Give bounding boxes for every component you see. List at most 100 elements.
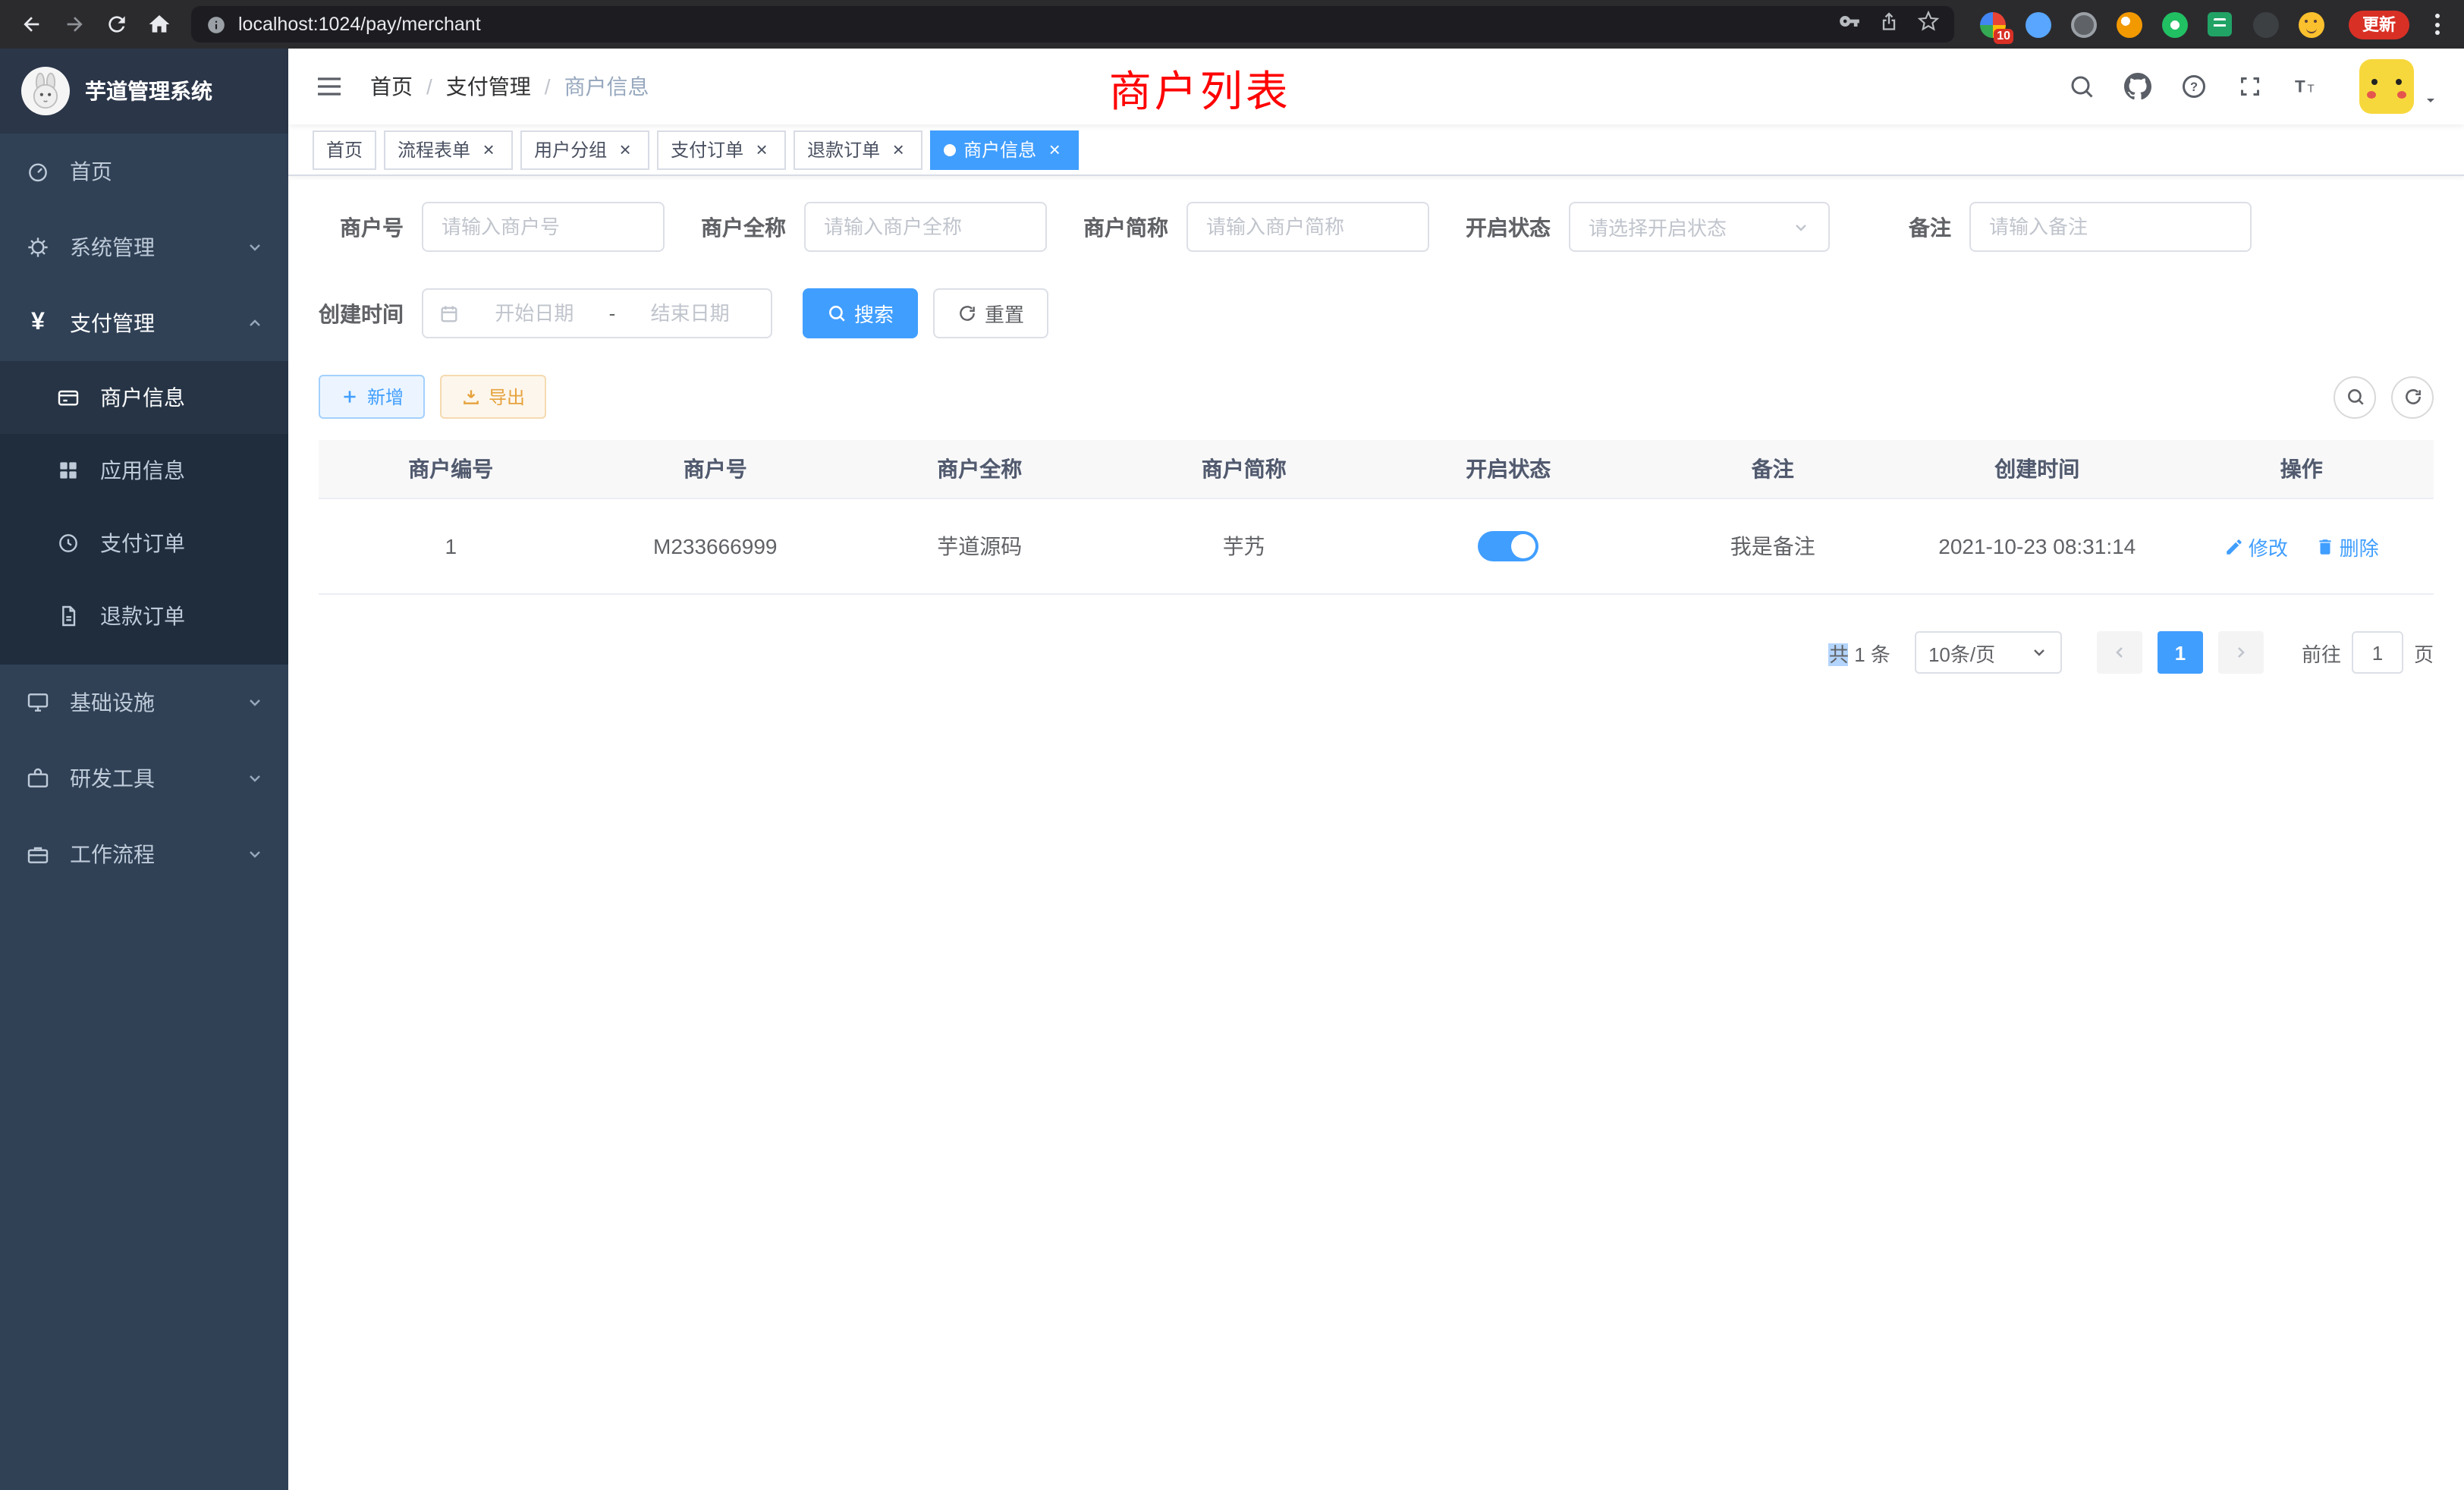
tab-close-icon[interactable]: ×	[614, 139, 636, 160]
tab-flow-form[interactable]: 流程表单 ×	[384, 130, 513, 169]
tab-home[interactable]: 首页	[313, 130, 376, 169]
sidebar-item-home[interactable]: 首页	[0, 134, 288, 209]
remark-label: 备注	[1866, 212, 1969, 242]
help-icon[interactable]: ?	[2179, 71, 2209, 102]
sidebar-item-label: 应用信息	[100, 455, 185, 486]
extension-8-icon[interactable]	[2294, 8, 2327, 41]
short-name-input[interactable]	[1206, 215, 1410, 238]
sidebar-item-refund-order[interactable]: 退款订单	[0, 580, 288, 652]
tab-merchant-info[interactable]: 商户信息 ×	[930, 130, 1079, 169]
browser-menu-icon[interactable]	[2422, 14, 2452, 35]
add-button-label: 新增	[367, 384, 404, 410]
fullscreen-icon[interactable]	[2235, 71, 2265, 102]
extension-6-icon[interactable]	[2203, 8, 2236, 41]
extension-2-icon[interactable]	[2021, 8, 2054, 41]
tab-close-icon[interactable]: ×	[1044, 139, 1065, 160]
app-logo[interactable]: 芋道管理系统	[0, 49, 288, 134]
table-header-row: 商户编号 商户号 商户全称 商户简称 开启状态 备注 创建时间 操作	[319, 440, 2434, 498]
end-date-input[interactable]	[624, 302, 756, 325]
edit-link-label: 修改	[2249, 532, 2288, 561]
back-icon	[20, 12, 44, 36]
reload-icon	[105, 12, 129, 36]
search-icon[interactable]	[2066, 71, 2097, 102]
status-switch[interactable]	[1478, 531, 1538, 561]
edit-link[interactable]: 修改	[2224, 532, 2288, 561]
sidebar-item-workflow[interactable]: 工作流程	[0, 816, 288, 892]
github-icon[interactable]	[2123, 71, 2153, 102]
prev-page-button[interactable]	[2097, 631, 2142, 674]
reload-button[interactable]	[97, 5, 137, 44]
site-info-icon[interactable]	[206, 14, 226, 34]
sidebar-item-infrastructure[interactable]: 基础设施	[0, 665, 288, 740]
toggle-search-button[interactable]	[2334, 376, 2376, 418]
url-text[interactable]: localhost:1024/pay/merchant	[238, 14, 481, 35]
tab-user-group[interactable]: 用户分组 ×	[520, 130, 649, 169]
sidebar-item-dev-tools[interactable]: 研发工具	[0, 740, 288, 816]
date-range-picker[interactable]: -	[422, 288, 772, 338]
hamburger-icon[interactable]	[313, 70, 346, 103]
extension-3-icon[interactable]	[2066, 8, 2100, 41]
sidebar-item-system[interactable]: 系统管理	[0, 209, 288, 285]
extension-4-icon[interactable]	[2112, 8, 2145, 41]
user-menu[interactable]	[2359, 59, 2440, 114]
refresh-icon	[957, 303, 977, 323]
cell-full-name: 芋道源码	[847, 498, 1112, 594]
briefcase-icon	[24, 841, 52, 868]
sidebar-item-label: 支付管理	[70, 308, 155, 338]
bookmark-star-icon[interactable]	[1918, 10, 1939, 39]
full-name-input[interactable]	[824, 215, 1027, 238]
reset-button-label: 重置	[985, 299, 1024, 328]
monitor-icon	[24, 689, 52, 716]
reset-button[interactable]: 重置	[933, 288, 1048, 338]
search-button-label: 搜索	[854, 299, 894, 328]
breadcrumb-home[interactable]: 首页	[370, 71, 413, 102]
browser-window: localhost:1024/pay/merchant 10	[0, 0, 2464, 1490]
search-button[interactable]: 搜索	[803, 288, 918, 338]
refresh-table-button[interactable]	[2391, 376, 2434, 418]
page-size-select[interactable]: 10条/页	[1915, 631, 2062, 674]
tab-refund-order[interactable]: 退款订单 ×	[794, 130, 922, 169]
grid-icon	[55, 457, 82, 484]
document-icon	[55, 602, 82, 630]
chevron-down-icon	[246, 238, 264, 256]
home-button[interactable]	[140, 5, 179, 44]
password-key-icon[interactable]	[1839, 10, 1860, 39]
breadcrumb-payment[interactable]: 支付管理	[446, 71, 531, 102]
cell-merchant-no: M233666999	[583, 498, 848, 594]
next-page-button[interactable]	[2218, 631, 2264, 674]
start-date-input[interactable]	[469, 302, 600, 325]
forward-button[interactable]	[55, 5, 94, 44]
tab-close-icon[interactable]: ×	[478, 139, 499, 160]
status-select-placeholder: 请选择开启状态	[1589, 212, 1727, 241]
tab-pay-order[interactable]: 支付订单 ×	[657, 130, 786, 169]
page-number-1[interactable]: 1	[2158, 631, 2203, 674]
status-select[interactable]: 请选择开启状态	[1569, 202, 1830, 252]
tab-close-icon[interactable]: ×	[751, 139, 772, 160]
sidebar-item-merchant-info[interactable]: 商户信息	[0, 361, 288, 434]
url-bar[interactable]: localhost:1024/pay/merchant	[191, 6, 1954, 42]
back-button[interactable]	[12, 5, 52, 44]
delete-link[interactable]: 删除	[2315, 532, 2379, 561]
extension-1-icon[interactable]: 10	[1975, 8, 2009, 41]
sidebar-item-pay-order[interactable]: 支付订单	[0, 507, 288, 580]
tab-label: 首页	[326, 137, 363, 162]
extension-7-icon[interactable]	[2249, 8, 2282, 41]
sidebar-item-label: 基础设施	[70, 687, 155, 718]
add-button[interactable]: 新增	[319, 375, 425, 419]
chrome-update-button[interactable]: 更新	[2349, 10, 2409, 39]
merchant-no-input[interactable]	[442, 215, 645, 238]
chevron-left-icon	[2110, 643, 2129, 662]
goto-page-input[interactable]	[2352, 631, 2403, 674]
remark-input[interactable]	[1989, 215, 2232, 238]
page-annotation-title: 商户列表	[1109, 59, 1291, 120]
status-label: 开启状态	[1466, 212, 1569, 242]
sidebar-item-payment[interactable]: ¥ 支付管理	[0, 285, 288, 361]
share-icon[interactable]	[1878, 10, 1900, 39]
tab-close-icon[interactable]: ×	[888, 139, 909, 160]
sidebar-item-app-info[interactable]: 应用信息	[0, 434, 288, 507]
svg-text:?: ?	[2190, 80, 2198, 94]
export-button[interactable]: 导出	[440, 375, 546, 419]
extension-5-icon[interactable]	[2158, 8, 2191, 41]
font-size-icon[interactable]: TT	[2291, 71, 2321, 102]
column-header-id: 商户编号	[319, 440, 583, 498]
